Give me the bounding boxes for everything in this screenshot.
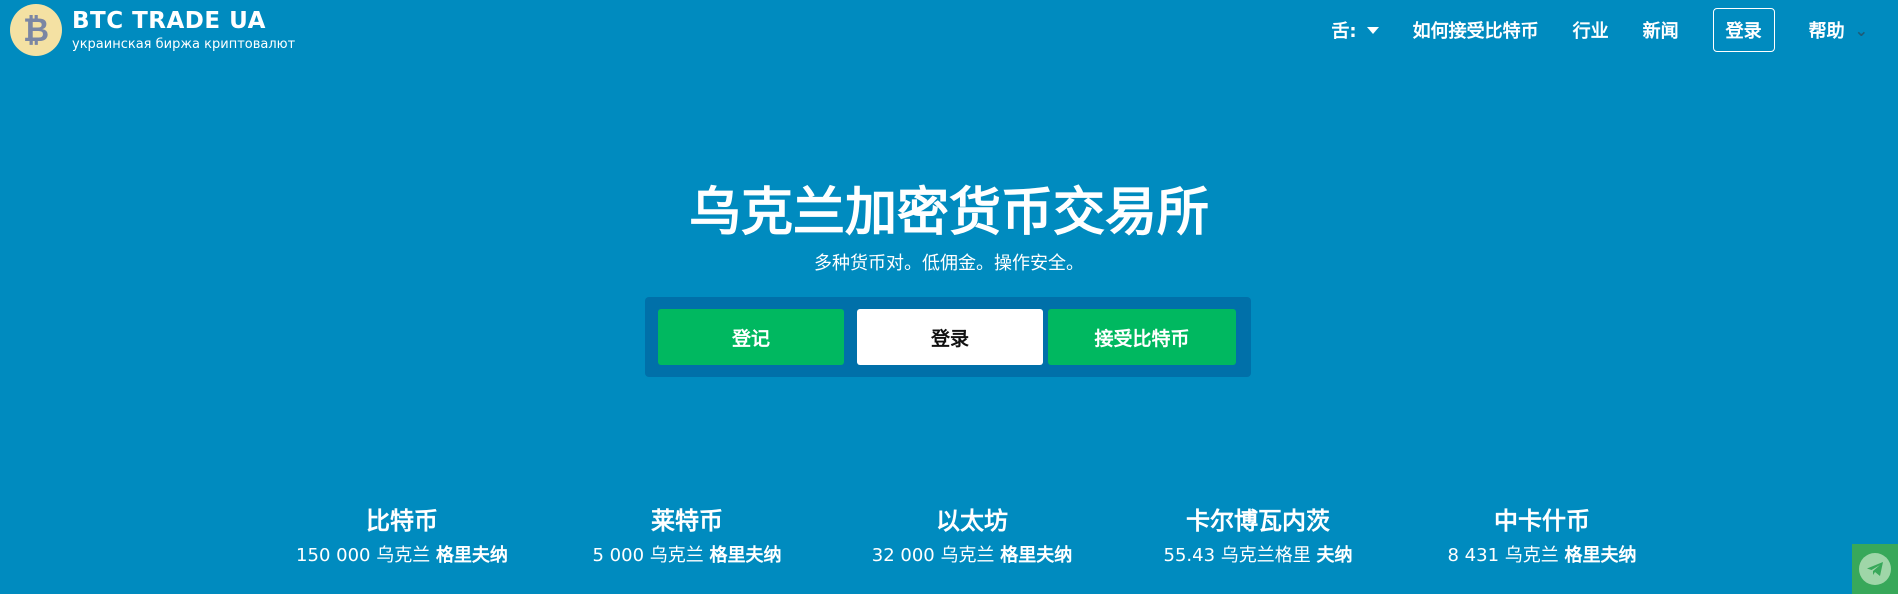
- nav-how-to-accept-bitcoin[interactable]: 如何接受比特币: [1413, 17, 1539, 43]
- coin-item[interactable]: 卡尔博瓦内茨 55.43 乌克兰格里 夫纳: [1128, 505, 1388, 571]
- coin-name: 中卡什币: [1494, 507, 1590, 535]
- language-label: 舌:: [1331, 21, 1357, 42]
- telegram-icon: [1859, 553, 1891, 585]
- coin-price: 32 000 乌克兰 格里夫纳: [871, 545, 1073, 566]
- caret-down-icon: [1366, 26, 1379, 34]
- site-title: BTC TRADE UA: [72, 8, 266, 34]
- nav-help[interactable]: 帮助 ⌄: [1809, 17, 1868, 43]
- telegram-button[interactable]: [1852, 544, 1898, 594]
- help-label: 帮助: [1808, 21, 1845, 42]
- coin-name: 比特币: [366, 507, 438, 535]
- bitcoin-icon: ₿: [10, 4, 62, 56]
- logo-text: BTC TRADE UA украинская биржа криптовалю…: [72, 7, 295, 53]
- site-logo[interactable]: ₿ BTC TRADE UA украинская биржа криптова…: [10, 4, 295, 56]
- register-button[interactable]: 登记: [658, 309, 844, 365]
- hero-button-panel: 登记 登录 接受比特币: [645, 297, 1251, 377]
- site-subtitle: украинская биржа криптовалют: [72, 37, 296, 52]
- coin-price: 55.43 乌克兰格里 夫纳: [1163, 545, 1353, 566]
- nav-news[interactable]: 新闻: [1643, 17, 1679, 43]
- accept-bitcoin-button[interactable]: 接受比特币: [1048, 309, 1236, 365]
- coin-price: 5 000 乌克兰 格里夫纳: [592, 545, 782, 566]
- coin-item[interactable]: 莱特币 5 000 乌克兰 格里夫纳: [557, 505, 817, 571]
- top-nav: 舌: 如何接受比特币 行业 新闻 登录 帮助 ⌄: [1331, 8, 1868, 52]
- coin-item[interactable]: 比特币 150 000 乌克兰 格里夫纳: [272, 505, 532, 571]
- coin-price: 150 000 乌克兰 格里夫纳: [296, 545, 508, 566]
- coin-item[interactable]: 以太坊 32 000 乌克兰 格里夫纳: [842, 505, 1102, 571]
- nav-login-button[interactable]: 登录: [1712, 8, 1775, 52]
- login-button[interactable]: 登录: [857, 309, 1043, 365]
- hero-subtitle: 多种货币对。低佣金。操作安全。: [814, 253, 1084, 274]
- coin-name: 以太坊: [936, 507, 1008, 535]
- hero-title: 乌克兰加密货币交易所: [688, 183, 1209, 243]
- coin-item[interactable]: 中卡什币 8 431 乌克兰 格里夫纳: [1412, 505, 1672, 571]
- coin-price-list: 比特币 150 000 乌克兰 格里夫纳 莱特币 5 000 乌克兰 格里夫纳 …: [0, 505, 1898, 575]
- language-selector[interactable]: 舌:: [1331, 17, 1379, 43]
- chevron-down-icon: ⌄: [1854, 20, 1868, 40]
- coin-name: 卡尔博瓦内茨: [1186, 507, 1330, 535]
- coin-name: 莱特币: [651, 507, 723, 535]
- nav-industry[interactable]: 行业: [1573, 17, 1609, 43]
- coin-price: 8 431 乌克兰 格里夫纳: [1447, 545, 1637, 566]
